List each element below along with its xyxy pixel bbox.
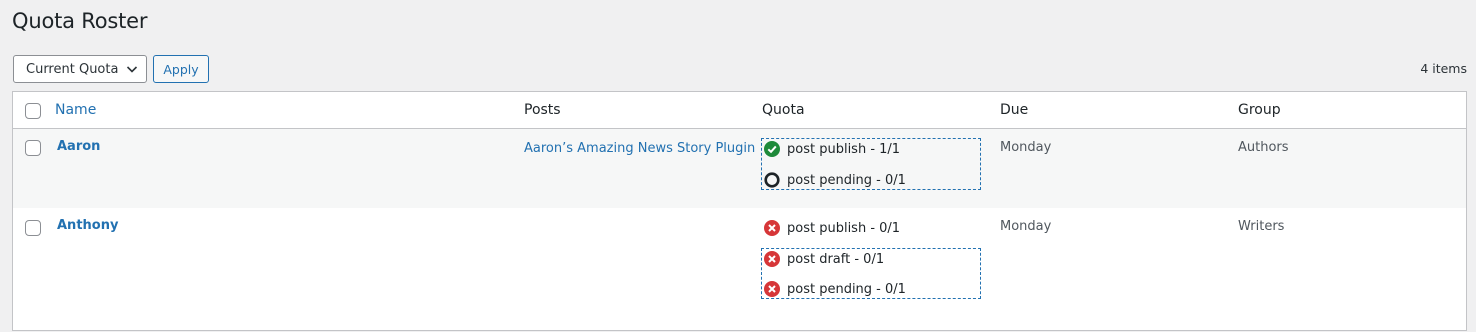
apply-button[interactable]: Apply <box>153 55 209 83</box>
quota-table: Name Posts Quota Due Group Aaron Aaron’s… <box>12 91 1467 331</box>
table-row: Aaron Aaron’s Amazing News Story Plugin … <box>13 129 1466 208</box>
x-circle-icon <box>764 281 780 297</box>
group-value: Writers <box>1238 219 1285 234</box>
row-checkbox[interactable] <box>25 220 41 236</box>
quota-item: post pending - 0/1 <box>764 172 906 188</box>
group-value: Authors <box>1238 140 1289 155</box>
table-header: Name Posts Quota Due Group <box>13 92 1466 129</box>
row-checkbox[interactable] <box>25 140 41 156</box>
quota-item: post publish - 0/1 <box>764 220 900 236</box>
column-header-name[interactable]: Name <box>55 102 96 118</box>
x-circle-icon <box>764 220 780 236</box>
empty-circle-icon <box>764 172 780 188</box>
quota-item-label: post publish - 1/1 <box>787 141 901 157</box>
user-name-link[interactable]: Aaron <box>57 139 100 154</box>
quota-filter-value: Current Quota <box>26 61 119 77</box>
quota-filter-select[interactable]: Current Quota <box>13 55 147 83</box>
quota-item: post draft - 0/1 <box>764 251 884 267</box>
quota-item: post pending - 0/1 <box>764 281 906 297</box>
quota-item-label: post publish - 0/1 <box>787 220 901 236</box>
due-value: Monday <box>1000 219 1052 234</box>
chevron-down-icon <box>126 63 138 75</box>
select-all-checkbox[interactable] <box>25 103 41 119</box>
items-count: 4 items <box>1420 61 1467 76</box>
check-circle-icon <box>764 141 780 157</box>
quota-item-label: post pending - 0/1 <box>787 172 906 188</box>
quota-item-label: post draft - 0/1 <box>787 251 885 267</box>
column-header-group: Group <box>1238 102 1281 118</box>
quota-item-label: post pending - 0/1 <box>787 281 906 297</box>
table-row: Anthony post publish - 0/1 post draft - … <box>13 208 1466 332</box>
column-header-due: Due <box>1000 102 1029 118</box>
page-title: Quota Roster <box>12 9 148 33</box>
quota-item: post publish - 1/1 <box>764 141 900 157</box>
column-header-posts: Posts <box>524 102 561 118</box>
due-value: Monday <box>1000 140 1052 155</box>
user-name-link[interactable]: Anthony <box>57 218 118 233</box>
x-circle-icon <box>764 251 780 267</box>
column-header-quota: Quota <box>762 102 805 118</box>
post-link[interactable]: Aaron’s Amazing News Story Plugin <box>524 141 755 156</box>
